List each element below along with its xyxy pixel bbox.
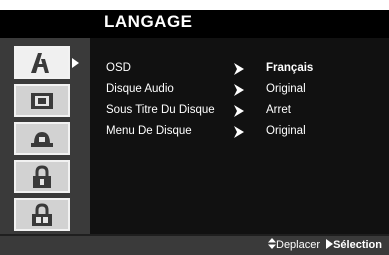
menu-item-value: Français <box>266 62 314 74</box>
tab-lock[interactable] <box>14 160 70 193</box>
menu-item-value: Original <box>266 83 306 95</box>
active-tab-arrow-icon <box>72 58 79 68</box>
audio-icon <box>31 131 53 147</box>
sidebar <box>0 38 92 234</box>
menu-item-value: Original <box>266 125 306 137</box>
menu-item-value: Arret <box>266 104 291 116</box>
move-label: Deplacer <box>276 239 321 251</box>
tab-audio[interactable] <box>14 122 70 155</box>
chevron-right-icon <box>234 63 244 75</box>
menu-row-sous-titre[interactable]: Sous Titre Du Disque Arret <box>90 100 389 122</box>
chevron-right-icon <box>234 105 244 117</box>
title-bar: LANGAGE <box>0 10 389 38</box>
menu-item-label: OSD <box>106 62 131 74</box>
language-icon <box>31 52 49 73</box>
display-icon <box>31 92 53 109</box>
tab-other[interactable] <box>14 198 70 231</box>
select-label: Sélection <box>333 239 382 251</box>
menu-item-label: Disque Audio <box>106 83 174 95</box>
chevron-right-icon <box>234 84 244 96</box>
menu-row-menu-de-disque[interactable]: Menu De Disque Original <box>90 121 389 143</box>
lock-icon <box>33 164 51 188</box>
footer-hint: Deplacer Sélection <box>268 238 382 251</box>
tab-display[interactable] <box>14 84 70 117</box>
chevron-right-icon <box>234 126 244 138</box>
up-down-arrow-icon <box>268 238 276 249</box>
menu-row-osd[interactable]: OSD Français <box>90 58 389 80</box>
settings-panel: OSD Français Disque Audio Original Sous … <box>90 38 389 234</box>
other-icon <box>32 202 52 226</box>
footer-bar: Deplacer Sélection <box>0 234 389 255</box>
page-title: LANGAGE <box>104 12 193 31</box>
dvd-setup-menu: LANGAGE OSD Français Disque Audio Origin… <box>0 10 389 255</box>
menu-item-label: Menu De Disque <box>106 125 192 137</box>
footer-divider <box>0 234 389 236</box>
menu-item-label: Sous Titre Du Disque <box>106 104 215 116</box>
tab-language[interactable] <box>14 46 70 79</box>
menu-row-disque-audio[interactable]: Disque Audio Original <box>90 79 389 101</box>
